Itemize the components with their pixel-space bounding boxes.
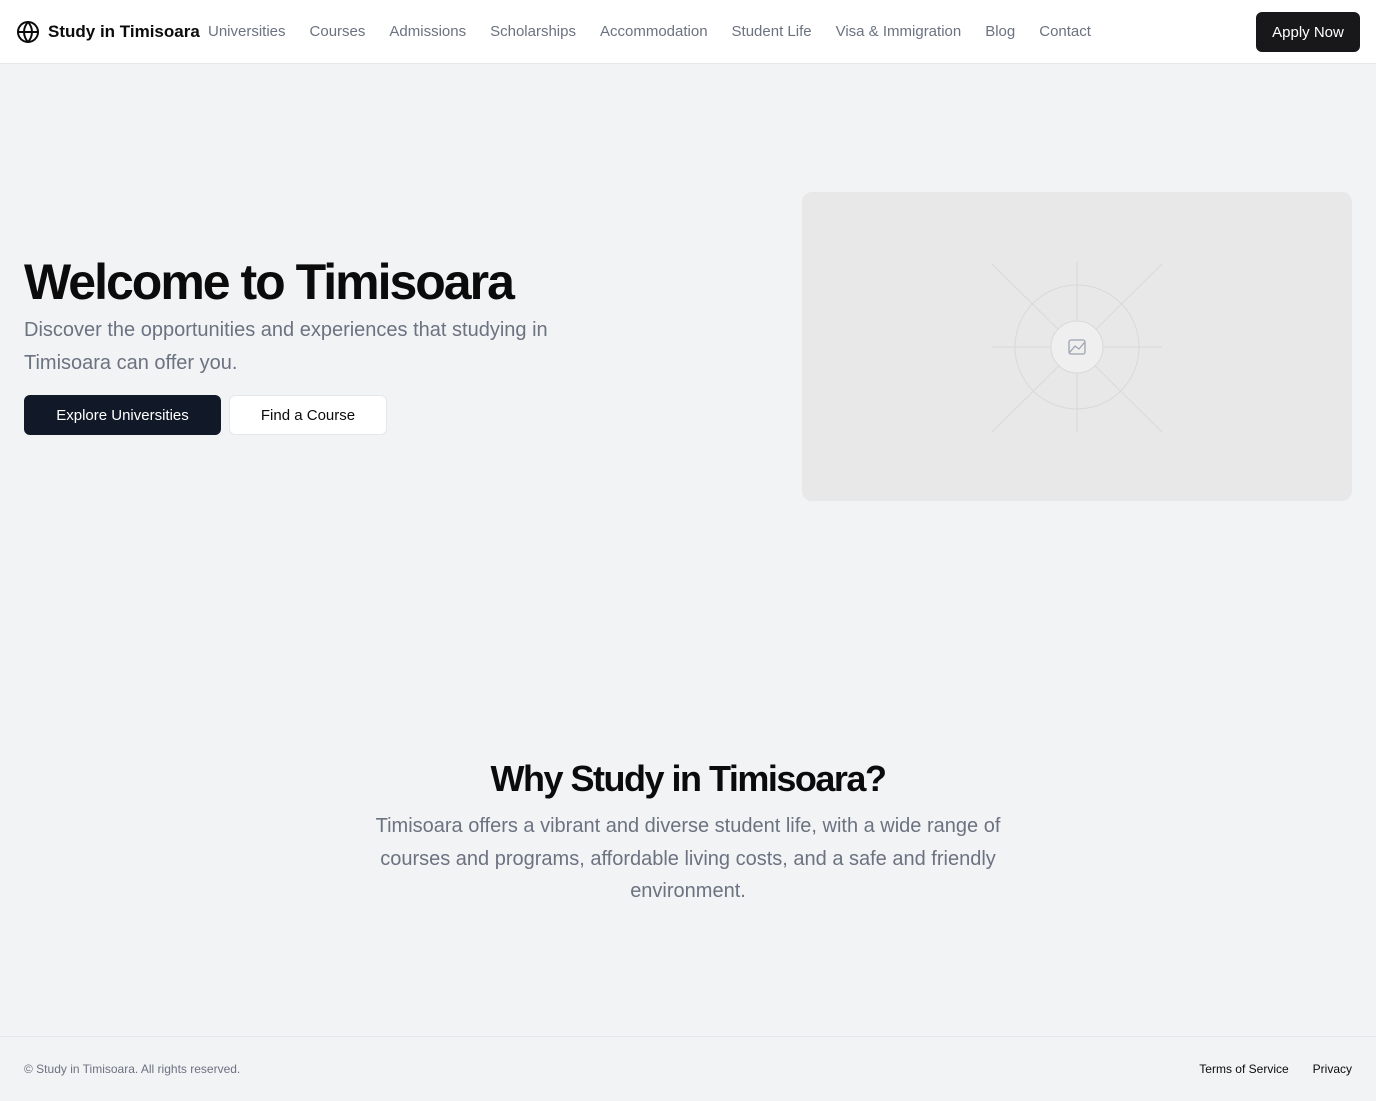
image-placeholder-icon — [991, 262, 1163, 433]
nav-link-courses[interactable]: Courses — [310, 21, 366, 43]
explore-universities-button[interactable]: Explore Universities — [24, 395, 221, 435]
why-title: Why Study in Timisoara? — [490, 758, 887, 799]
copyright-text: © Study in Timisoara. All rights reserve… — [24, 1062, 241, 1076]
footer-links: Terms of Service Privacy — [1175, 1061, 1352, 1077]
hero-title: Welcome to Timisoara — [24, 254, 515, 310]
main-nav: Universities Courses Admissions Scholars… — [208, 21, 1115, 43]
nav-link-visa-immigration[interactable]: Visa & Immigration — [836, 21, 962, 43]
nav-link-scholarships[interactable]: Scholarships — [490, 21, 576, 43]
site-footer: © Study in Timisoara. All rights reserve… — [0, 1036, 1376, 1101]
nav-link-accommodation[interactable]: Accommodation — [600, 21, 708, 43]
nav-link-admissions[interactable]: Admissions — [389, 21, 466, 43]
nav-link-blog[interactable]: Blog — [985, 21, 1015, 43]
hero-subtitle: Discover the opportunities and experienc… — [24, 319, 548, 374]
find-course-button[interactable]: Find a Course — [229, 395, 387, 435]
brand-name: Study in Timisoara — [48, 22, 200, 41]
nav-link-contact[interactable]: Contact — [1039, 21, 1091, 43]
why-description: Timisoara offers a vibrant and diverse s… — [375, 815, 1001, 902]
apply-now-button[interactable]: Apply Now — [1256, 12, 1360, 52]
site-header: Study in Timisoara Universities Courses … — [0, 0, 1376, 64]
brand-logo[interactable]: Study in Timisoara — [16, 19, 200, 45]
privacy-link[interactable]: Privacy — [1313, 1061, 1352, 1077]
terms-of-service-link[interactable]: Terms of Service — [1199, 1061, 1288, 1077]
nav-link-student-life[interactable]: Student Life — [732, 21, 812, 43]
hero-image-placeholder — [802, 192, 1352, 501]
nav-link-universities[interactable]: Universities — [208, 21, 286, 43]
globe-icon — [17, 21, 39, 43]
